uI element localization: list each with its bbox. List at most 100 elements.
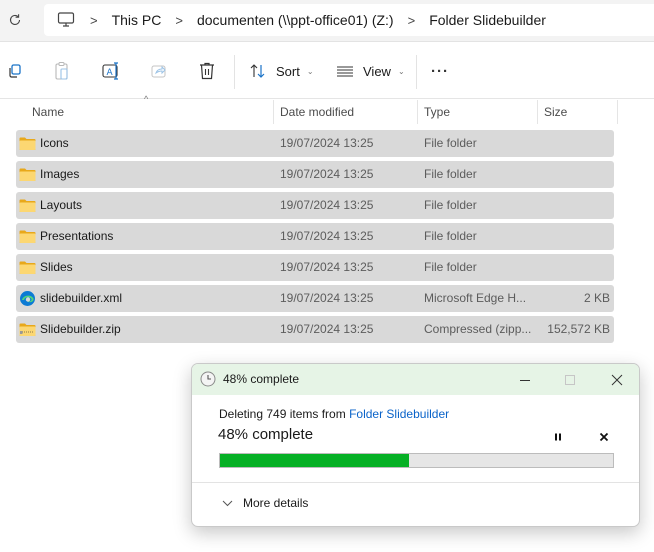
delete-button[interactable] <box>198 59 216 83</box>
folder-icon <box>19 230 36 243</box>
breadcrumb-separator[interactable]: > <box>175 13 183 28</box>
dialog-title: 48% complete <box>223 372 300 386</box>
command-bar: A Sort ⌄ View ⌄ ··· <box>0 43 654 99</box>
file-type: File folder <box>424 198 477 212</box>
view-label: View <box>363 63 391 79</box>
pause-button[interactable] <box>551 430 565 444</box>
column-header-size[interactable]: Size <box>538 100 617 124</box>
file-size: 2 KB <box>583 291 610 305</box>
file-date: 19/07/2024 13:25 <box>280 229 374 243</box>
share-button[interactable] <box>150 59 168 83</box>
toolbar-divider <box>234 55 235 89</box>
copy-button[interactable] <box>6 59 24 83</box>
breadcrumb-folder[interactable]: Folder Slidebuilder <box>429 12 546 28</box>
progress-bar <box>219 453 614 468</box>
file-list: Icons 19/07/2024 13:25 File folder Image… <box>16 130 614 347</box>
file-type: Compressed (zipp... <box>424 322 532 336</box>
dialog-divider <box>192 482 639 483</box>
maximize-icon <box>565 374 575 385</box>
rename-icon: A <box>102 62 118 80</box>
zip-folder-icon <box>19 323 36 336</box>
paste-button[interactable] <box>53 59 71 83</box>
view-button[interactable]: View ⌄ <box>336 59 405 83</box>
percent-complete-text: 48% complete <box>218 426 314 443</box>
maximize-button[interactable] <box>550 364 590 395</box>
view-list-icon <box>337 66 353 77</box>
minimize-button[interactable] <box>505 364 545 395</box>
address-bar[interactable]: > This PC > documenten (\\ppt-office01) … <box>44 4 654 36</box>
file-date: 19/07/2024 13:25 <box>280 322 374 336</box>
monitor-icon[interactable] <box>56 10 76 30</box>
file-name: Images <box>40 167 80 181</box>
operation-description: Deleting 749 items from Folder Slidebuil… <box>219 407 449 421</box>
file-row-images[interactable]: Images 19/07/2024 13:25 File folder <box>16 161 614 188</box>
breadcrumb-drive[interactable]: documenten (\\ppt-office01) (Z:) <box>197 12 394 28</box>
breadcrumb-separator[interactable]: > <box>408 13 416 28</box>
breadcrumb-separator[interactable]: > <box>90 13 98 28</box>
column-header-row: Name Date modified Type Size <box>0 100 654 124</box>
column-header-name[interactable]: Name <box>26 100 273 124</box>
trash-icon <box>200 62 214 80</box>
sort-label: Sort <box>276 63 300 79</box>
delete-progress-dialog: 48% complete Deleting 749 items from Fol… <box>191 363 640 527</box>
file-row-presentations[interactable]: Presentations 19/07/2024 13:25 File fold… <box>16 223 614 250</box>
file-type: File folder <box>424 136 477 150</box>
file-row-slidebuilder-xml[interactable]: slidebuilder.xml 19/07/2024 13:25 Micros… <box>16 285 614 312</box>
rename-button[interactable]: A <box>101 59 121 83</box>
file-date: 19/07/2024 13:25 <box>280 167 374 181</box>
sort-button[interactable]: Sort ⌄ <box>249 59 314 83</box>
folder-icon <box>19 199 36 212</box>
pause-icon <box>555 433 561 441</box>
file-date: 19/07/2024 13:25 <box>280 136 374 150</box>
clock-icon <box>200 371 216 387</box>
minimize-icon <box>520 379 530 381</box>
address-bar-row: > This PC > documenten (\\ppt-office01) … <box>0 0 654 42</box>
cancel-operation-button[interactable] <box>597 430 611 444</box>
more-details-label: More details <box>243 496 309 510</box>
folder-icon <box>19 261 36 274</box>
folder-icon <box>19 168 36 181</box>
file-type: File folder <box>424 229 477 243</box>
description-text: Deleting 749 items from <box>219 407 350 421</box>
file-row-layouts[interactable]: Layouts 19/07/2024 13:25 File folder <box>16 192 614 219</box>
destination-folder-link[interactable]: Folder Slidebuilder <box>349 407 449 421</box>
refresh-icon <box>9 14 21 26</box>
more-options-button[interactable]: ··· <box>431 59 449 83</box>
file-name: Layouts <box>40 198 83 212</box>
svg-text:A: A <box>107 68 114 78</box>
chevron-down-icon <box>222 500 233 507</box>
file-date: 19/07/2024 13:25 <box>280 291 374 305</box>
column-resize-handle[interactable] <box>617 100 618 124</box>
close-icon <box>611 374 623 385</box>
paste-icon <box>55 62 68 80</box>
breadcrumb-this-pc[interactable]: This PC <box>112 12 162 28</box>
file-row-slidebuilder-zip[interactable]: Slidebuilder.zip 19/07/2024 13:25 Compre… <box>16 316 614 343</box>
progress-bar-fill <box>220 454 409 467</box>
copy-icon <box>9 64 21 78</box>
file-name: Presentations <box>40 229 114 243</box>
refresh-button[interactable] <box>6 11 24 29</box>
file-row-slides[interactable]: Slides 19/07/2024 13:25 File folder <box>16 254 614 281</box>
file-name: slidebuilder.xml <box>40 291 123 305</box>
column-header-date[interactable]: Date modified <box>274 100 417 124</box>
chevron-down-icon: ⌄ <box>306 66 314 76</box>
file-date: 19/07/2024 13:25 <box>280 260 374 274</box>
file-size: 152,572 KB <box>547 322 610 336</box>
close-dialog-button[interactable] <box>597 364 637 395</box>
chevron-down-icon: ⌄ <box>397 66 405 76</box>
share-icon <box>151 65 166 78</box>
file-name: Slidebuilder.zip <box>40 322 121 336</box>
edge-icon <box>20 291 35 306</box>
more-options-icon: ··· <box>431 62 449 80</box>
folder-icon <box>19 137 36 150</box>
file-type: Microsoft Edge H... <box>424 291 527 305</box>
file-name: Slides <box>40 260 73 274</box>
toolbar-divider <box>416 55 417 89</box>
file-row-icons[interactable]: Icons 19/07/2024 13:25 File folder <box>16 130 614 157</box>
dialog-title-bar[interactable]: 48% complete <box>192 364 639 395</box>
sort-icon <box>250 64 265 78</box>
close-icon <box>599 432 609 442</box>
file-type: File folder <box>424 260 477 274</box>
column-header-type[interactable]: Type <box>418 100 537 124</box>
more-details-toggle[interactable]: More details <box>222 496 308 510</box>
